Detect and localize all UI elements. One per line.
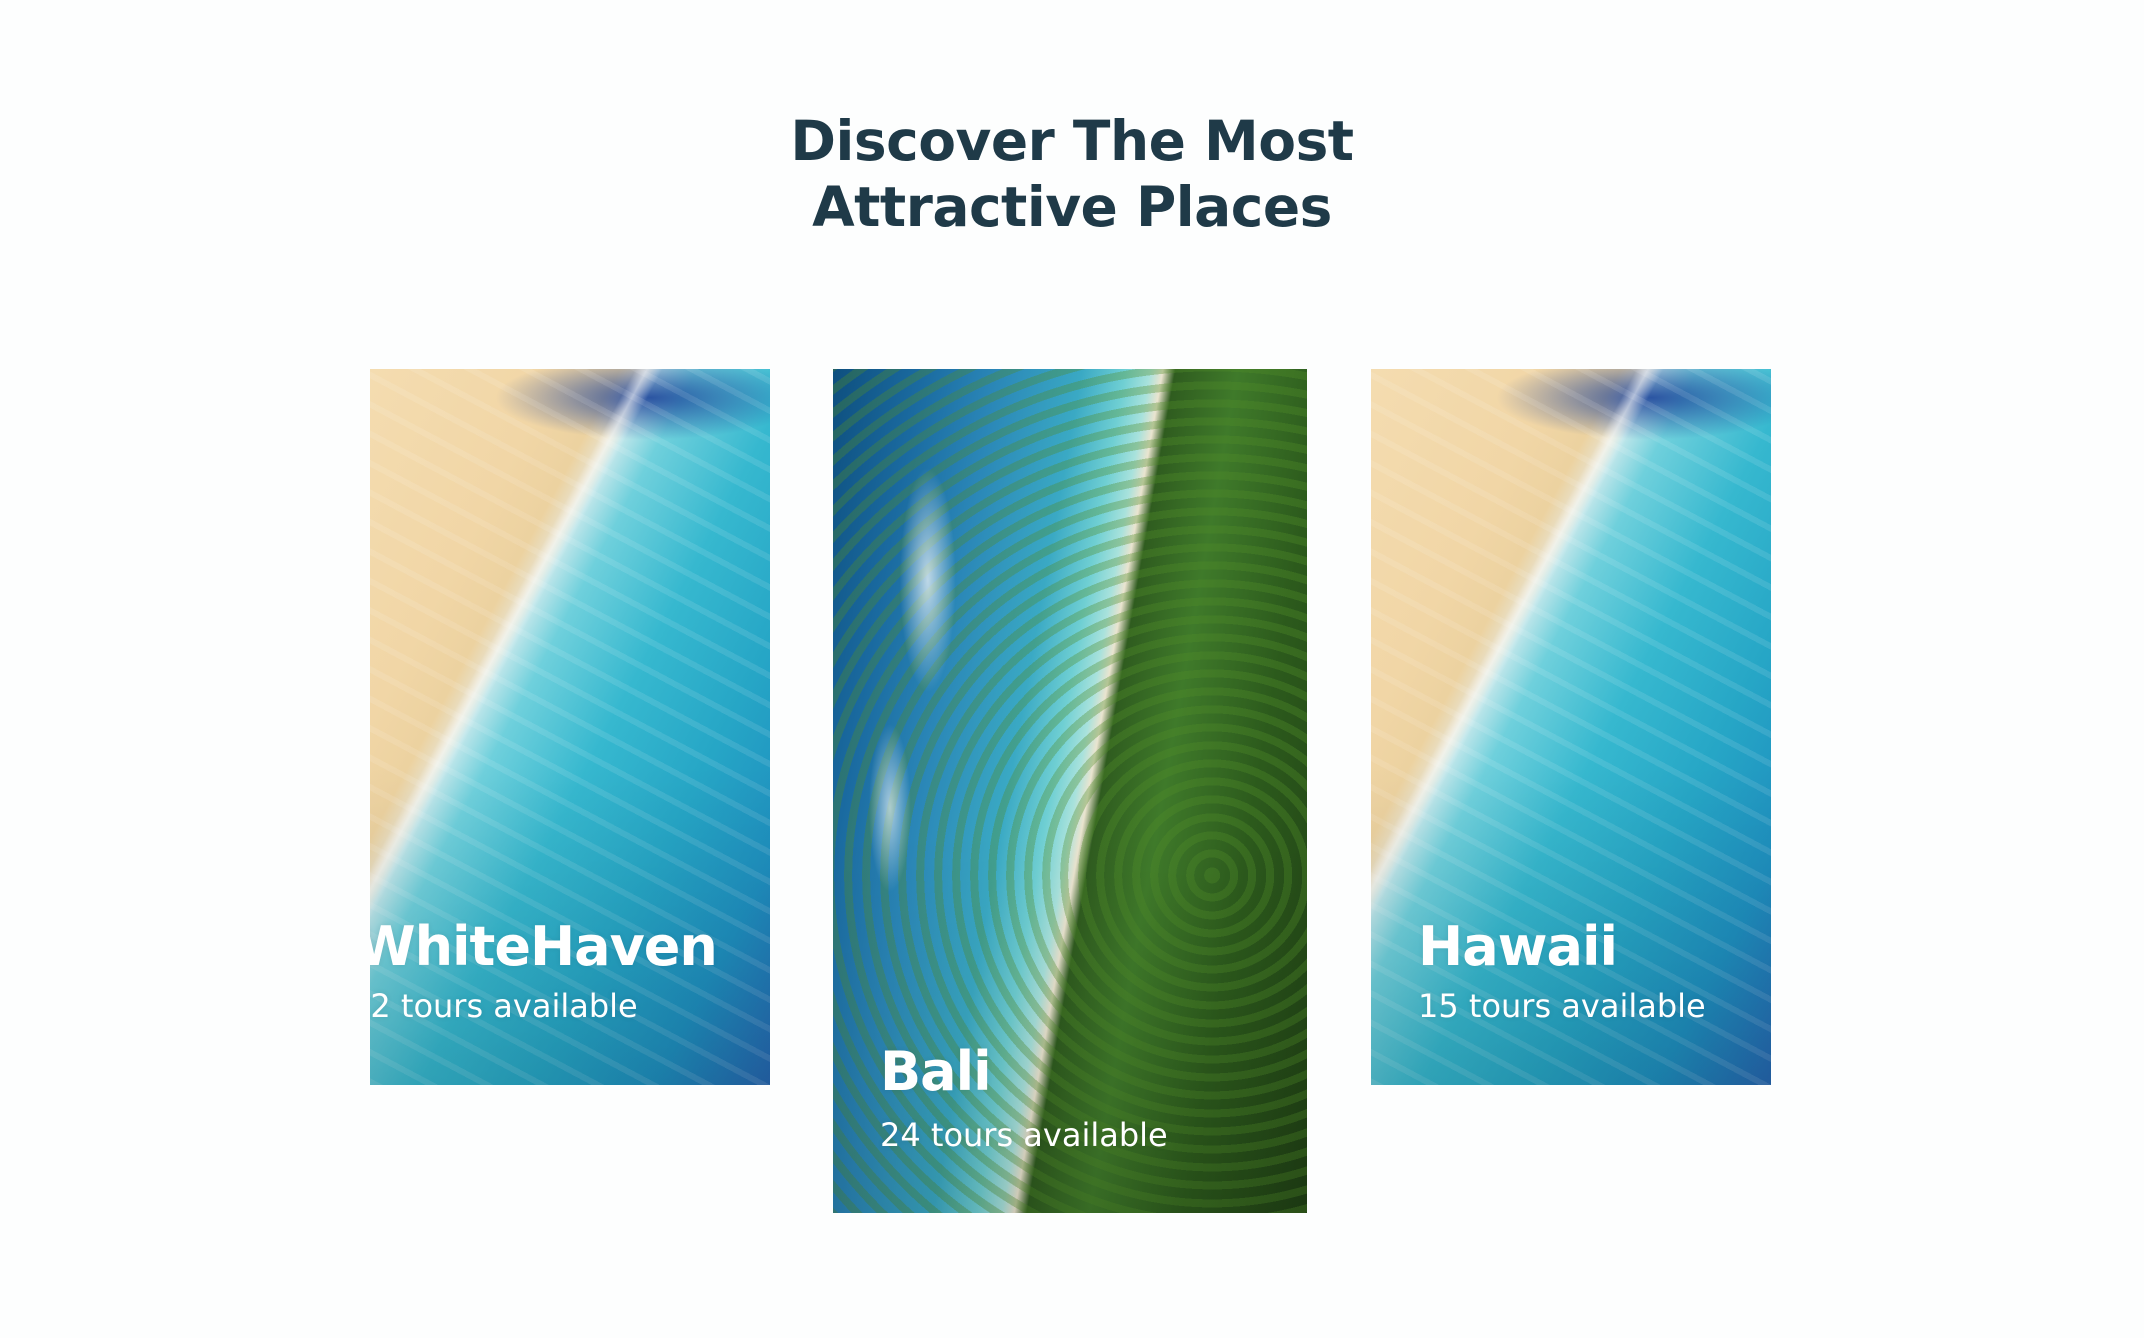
card-title: Bali bbox=[880, 1040, 992, 1103]
card-title: WhiteHaven bbox=[370, 915, 718, 978]
section-heading: Discover The Most Attractive Places bbox=[0, 108, 2144, 240]
card-title: Hawaii bbox=[1418, 915, 1618, 978]
card-tour-count: 12 tours available bbox=[370, 987, 638, 1025]
heading-line-1: Discover The Most bbox=[790, 109, 1354, 173]
destination-card-bali[interactable]: Bali 24 tours available bbox=[833, 369, 1307, 1213]
destination-card-whitehaven[interactable]: WhiteHaven 12 tours available bbox=[370, 369, 770, 1085]
card-tour-count: 24 tours available bbox=[880, 1116, 1168, 1154]
card-tour-count: 15 tours available bbox=[1418, 987, 1706, 1025]
destination-card-hawaii[interactable]: Hawaii 15 tours available bbox=[1371, 369, 1771, 1085]
heading-line-2: Attractive Places bbox=[812, 175, 1332, 239]
